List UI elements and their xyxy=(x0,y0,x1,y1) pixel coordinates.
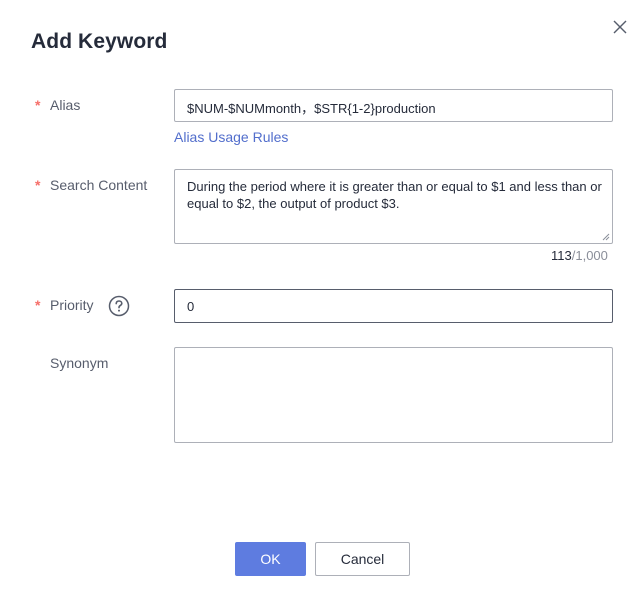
cancel-button[interactable]: Cancel xyxy=(315,542,410,576)
question-circle-icon[interactable] xyxy=(108,295,130,317)
priority-required-mark: * xyxy=(35,297,41,313)
alias-input[interactable]: $NUM-$NUMmonth，$STR{1-2}production xyxy=(174,89,613,122)
priority-input-value: 0 xyxy=(187,299,195,314)
synonym-label: Synonym xyxy=(50,355,109,371)
ok-button[interactable]: OK xyxy=(235,542,306,576)
resize-grip-icon[interactable] xyxy=(602,233,610,241)
char-count-current: 113 xyxy=(551,248,572,263)
char-count-max: /1,000 xyxy=(571,248,608,263)
search-content-value: During the period where it is greater th… xyxy=(187,179,602,211)
close-icon[interactable] xyxy=(610,17,630,37)
alias-label: Alias xyxy=(50,97,81,113)
alias-input-value: $NUM-$NUMmonth，$STR{1-2}production xyxy=(187,101,436,116)
dialog-title: Add Keyword xyxy=(31,30,168,53)
alias-required-mark: * xyxy=(35,97,41,113)
alias-usage-rules-link[interactable]: Alias Usage Rules xyxy=(174,129,288,145)
char-counter: 113/1,000 xyxy=(551,248,608,263)
search-content-required-mark: * xyxy=(35,177,41,193)
search-content-label: Search Content xyxy=(50,177,148,193)
priority-label: Priority xyxy=(50,297,94,313)
add-keyword-dialog: Add Keyword * Alias $NUM-$NUMmonth，$STR{… xyxy=(0,0,642,594)
priority-input[interactable]: 0 xyxy=(174,289,613,323)
synonym-textarea[interactable] xyxy=(174,347,613,443)
search-content-textarea[interactable]: During the period where it is greater th… xyxy=(174,169,613,244)
